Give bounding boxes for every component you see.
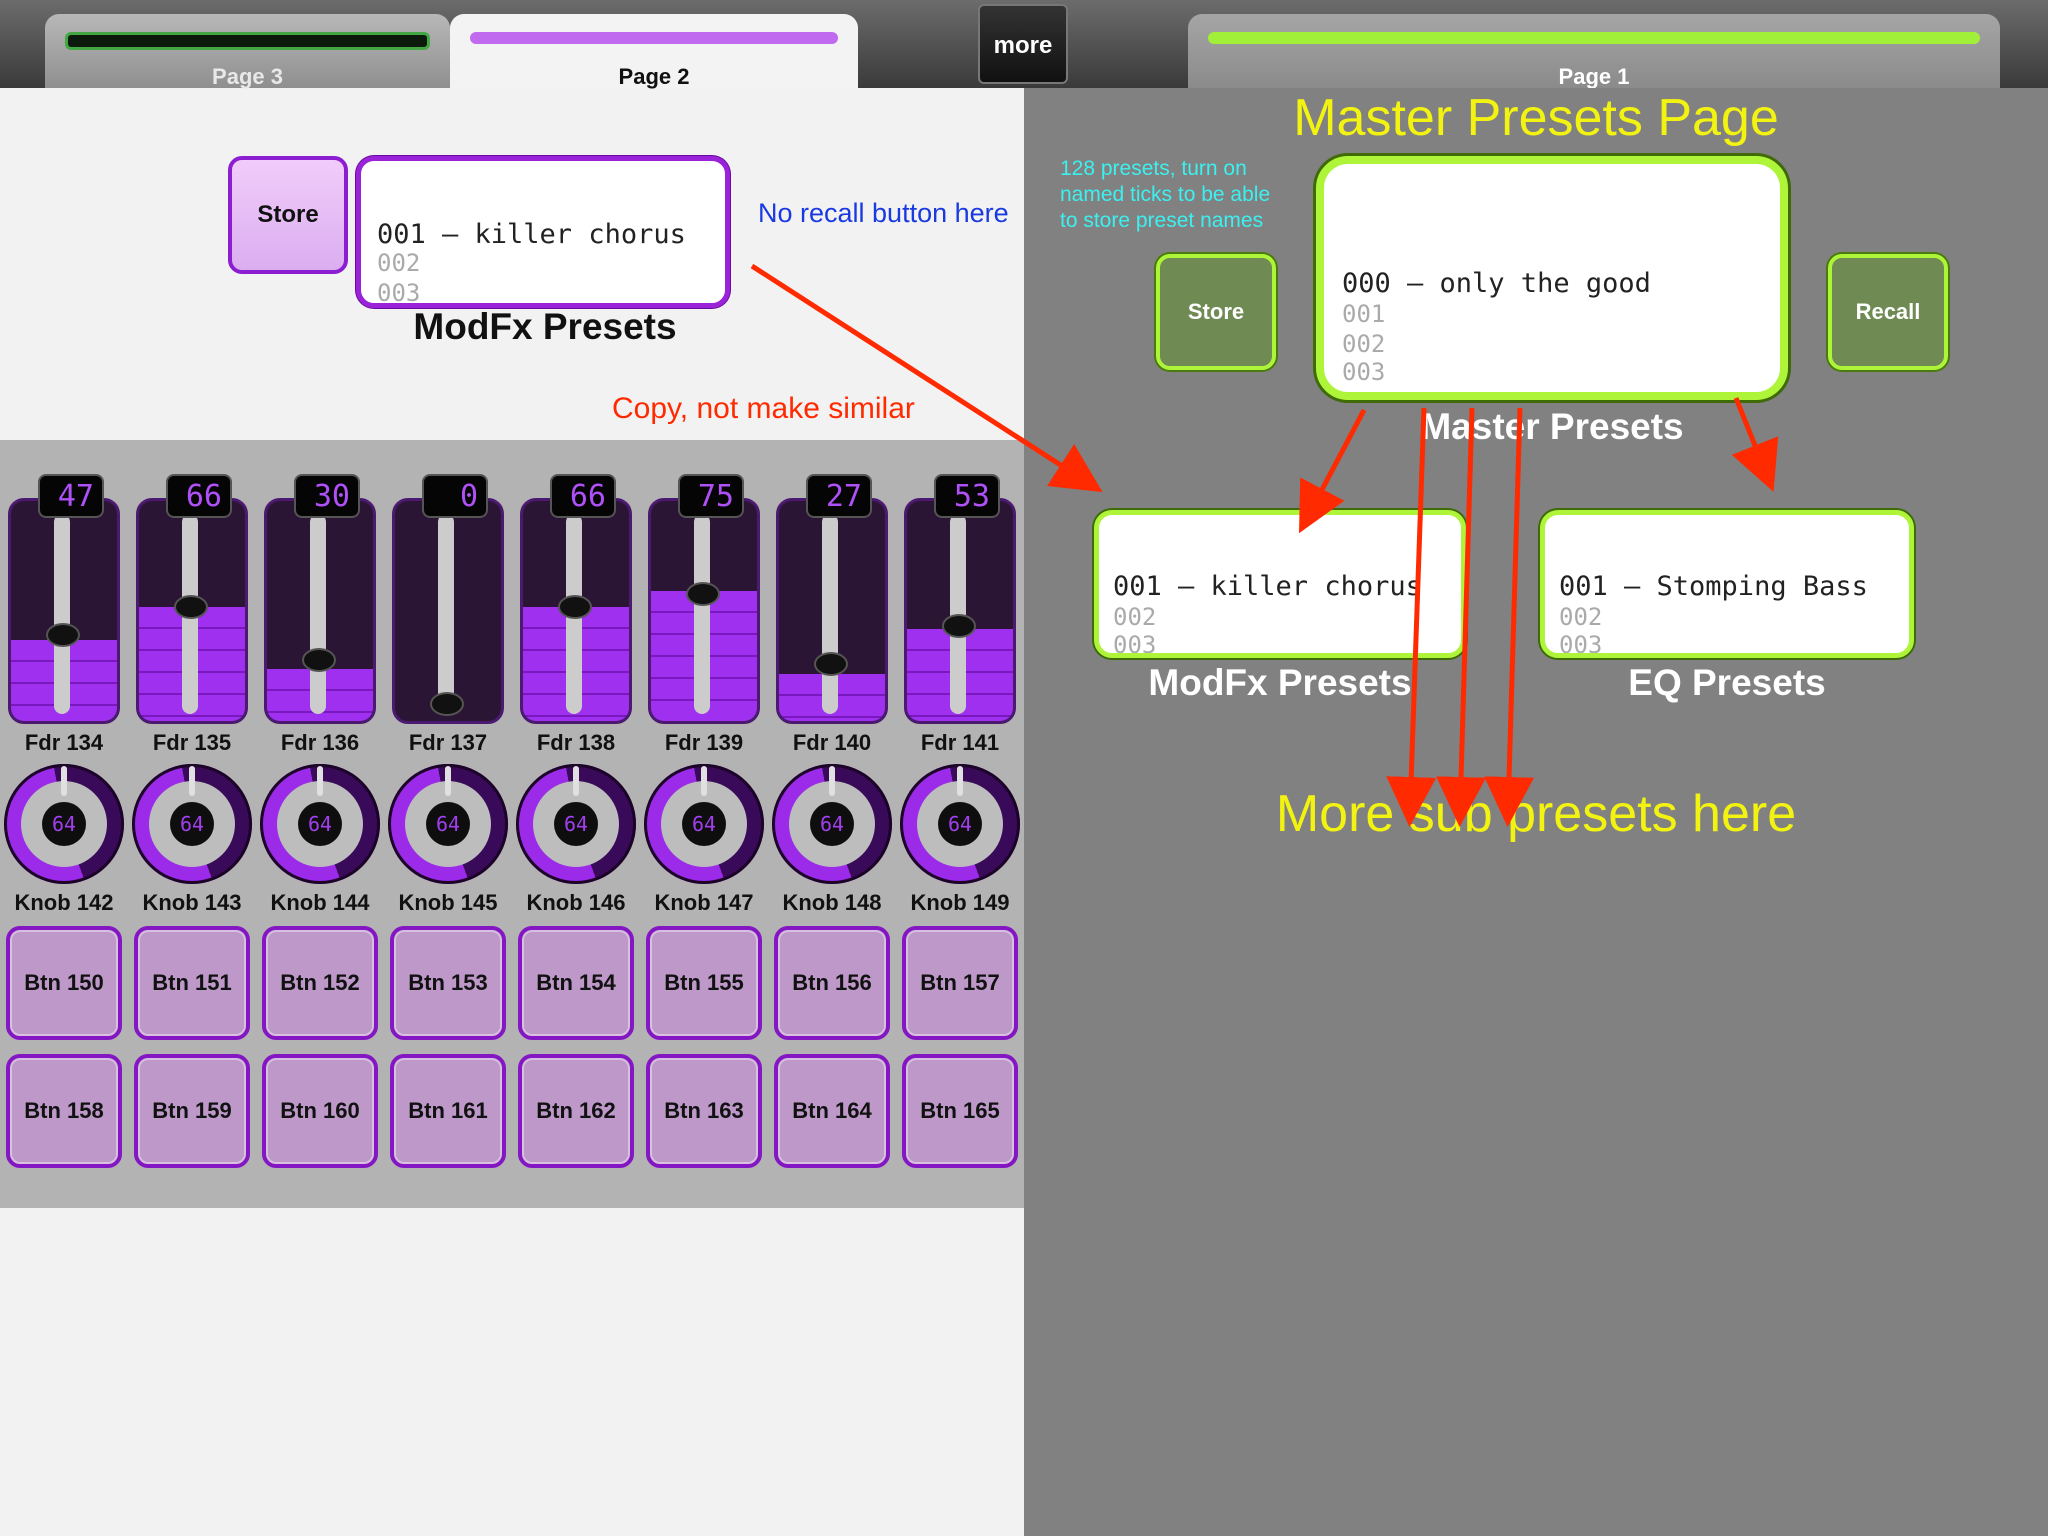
sub-preset-arrow — [1386, 407, 1437, 827]
copy-arrow — [750, 263, 1103, 493]
sub-preset-arrow — [1436, 407, 1487, 827]
master-to-eq-arrow — [1731, 397, 1779, 492]
annotation-arrows — [750, 263, 1779, 827]
master-to-modfx-arrow — [1299, 408, 1367, 534]
sub-preset-arrow — [1484, 407, 1535, 827]
